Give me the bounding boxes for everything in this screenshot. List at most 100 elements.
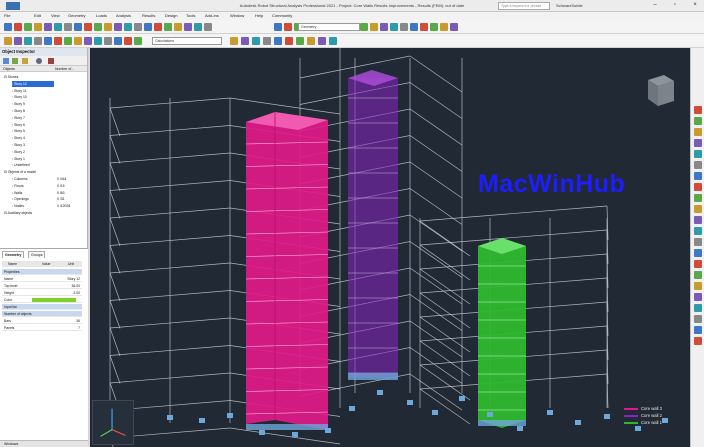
toolbar-button[interactable]	[360, 23, 368, 31]
toolbar-button[interactable]	[24, 23, 32, 31]
search-input[interactable]: Type a keyword or phrase	[498, 2, 550, 10]
menu-view[interactable]: View	[51, 13, 60, 18]
toolbar-button[interactable]	[284, 23, 292, 31]
close-icon[interactable]: ×	[688, 0, 702, 11]
side-toolbar-button[interactable]	[694, 337, 702, 345]
tree-item[interactable]: ▫ Story 10	[12, 94, 54, 100]
side-toolbar-button[interactable]	[694, 216, 702, 224]
edit-icon[interactable]	[22, 58, 28, 64]
toolbar-button[interactable]	[134, 37, 142, 45]
menu-geometry[interactable]: Geometry	[68, 13, 86, 18]
structure-3d-view[interactable]	[90, 48, 690, 447]
color-swatch[interactable]	[32, 298, 76, 302]
tree-item[interactable]: ▫ Story 1	[12, 156, 54, 162]
tree-item[interactable]: ⊟ Auxiliary objects	[4, 210, 54, 216]
tree-item[interactable]: ▫ Story 4	[12, 135, 54, 141]
toolbar-button[interactable]	[370, 23, 378, 31]
side-toolbar-button[interactable]	[694, 161, 702, 169]
menu-results[interactable]: Results	[142, 13, 155, 18]
toolbar-button[interactable]	[134, 23, 142, 31]
toolbar-button[interactable]	[194, 23, 202, 31]
property-row[interactable]: Color	[2, 297, 82, 303]
tree-item[interactable]: ▫ Nodes	[12, 203, 54, 209]
toolbar-button[interactable]	[44, 37, 52, 45]
tree-item[interactable]: ▫ Walls	[12, 190, 54, 196]
toolbar-button[interactable]	[74, 37, 82, 45]
toolbar-button[interactable]	[230, 37, 238, 45]
tree-item[interactable]: ▫ Story 8	[12, 108, 54, 114]
toolbar-button[interactable]	[64, 23, 72, 31]
toolbar-button[interactable]	[34, 37, 42, 45]
side-toolbar-button[interactable]	[694, 326, 702, 334]
menu-loads[interactable]: Loads	[96, 13, 107, 18]
side-toolbar-button[interactable]	[694, 282, 702, 290]
tree-item[interactable]: ▫ Undefined	[12, 162, 54, 168]
toolbar-button[interactable]	[307, 37, 315, 45]
toolbar-button[interactable]	[410, 23, 418, 31]
menu-file[interactable]: File	[4, 13, 10, 18]
tab-geometry[interactable]: Geometry	[2, 251, 25, 258]
side-toolbar-button[interactable]	[694, 271, 702, 279]
refresh-icon[interactable]	[12, 58, 18, 64]
toolbar-button[interactable]	[44, 23, 52, 31]
viewcube[interactable]	[644, 72, 676, 108]
objects-column-header[interactable]: Objects	[3, 67, 15, 71]
toolbar-button[interactable]	[241, 37, 249, 45]
property-value[interactable]: 3.00	[30, 290, 80, 296]
toolbar-button[interactable]	[400, 23, 408, 31]
toolbar-button[interactable]	[84, 37, 92, 45]
minimize-icon[interactable]: –	[648, 0, 662, 11]
tab-groups[interactable]: Groups	[28, 251, 46, 258]
delete-icon[interactable]	[48, 58, 54, 64]
menu-analysis[interactable]: Analysis	[116, 13, 131, 18]
toolbar-button[interactable]	[164, 23, 172, 31]
side-toolbar-button[interactable]	[694, 227, 702, 235]
side-toolbar-button[interactable]	[694, 150, 702, 158]
tree-item[interactable]: ▫ Floors	[12, 183, 54, 189]
side-toolbar-button[interactable]	[694, 183, 702, 191]
toolbar-button[interactable]	[4, 37, 12, 45]
menu-window[interactable]: Window	[230, 13, 244, 18]
side-toolbar-button[interactable]	[694, 249, 702, 257]
toolbar-button[interactable]	[380, 23, 388, 31]
number-column-header[interactable]: Number of...	[55, 67, 74, 71]
side-toolbar-button[interactable]	[694, 315, 702, 323]
property-row[interactable]: Panels 7	[2, 325, 82, 331]
toolbar-button[interactable]	[450, 23, 458, 31]
side-toolbar-button[interactable]	[694, 172, 702, 180]
search-icon[interactable]	[36, 58, 42, 64]
property-row[interactable]: Top level 36.00	[2, 283, 82, 289]
toolbar-button[interactable]	[204, 23, 212, 31]
tree-item[interactable]: ▫ Story 7	[12, 115, 54, 121]
toolbar-button[interactable]	[144, 23, 152, 31]
tree-item[interactable]: ⊟ Objects of a model	[4, 169, 54, 175]
tree-item[interactable]: ▫ Story 12	[12, 80, 54, 87]
toolbar-button[interactable]	[4, 23, 12, 31]
menu-tools[interactable]: Tools	[186, 13, 195, 18]
toolbar-button[interactable]	[84, 23, 92, 31]
menu-edit[interactable]: Edit	[34, 13, 41, 18]
tree-item[interactable]: ▫ Story 6	[12, 122, 54, 128]
side-toolbar-button[interactable]	[694, 139, 702, 147]
tree-item[interactable]: ▫ Columns	[12, 176, 54, 182]
menu-community[interactable]: Community	[272, 13, 292, 18]
toolbar-button[interactable]	[54, 23, 62, 31]
toolbar-button[interactable]	[124, 37, 132, 45]
tree-item[interactable]: ▫ Story 3	[12, 142, 54, 148]
maximize-icon[interactable]: ▫	[668, 0, 682, 11]
toolbar-button[interactable]	[274, 23, 282, 31]
toolbar-button[interactable]	[430, 23, 438, 31]
toolbar-button[interactable]	[74, 23, 82, 31]
side-toolbar-button[interactable]	[694, 117, 702, 125]
toolbar-button[interactable]	[104, 23, 112, 31]
tree-item[interactable]: ▫ Story 2	[12, 149, 54, 155]
toolbar-button[interactable]	[14, 23, 22, 31]
tree-item[interactable]: ▫ Story 5	[12, 128, 54, 134]
property-value[interactable]: 7	[30, 325, 80, 331]
toolbar-button[interactable]	[274, 37, 282, 45]
toolbar-button[interactable]	[94, 23, 102, 31]
side-toolbar-button[interactable]	[694, 260, 702, 268]
layout-combo[interactable]: Geometry	[298, 23, 360, 31]
toolbar-button[interactable]	[440, 23, 448, 31]
toolbar-button[interactable]	[14, 37, 22, 45]
